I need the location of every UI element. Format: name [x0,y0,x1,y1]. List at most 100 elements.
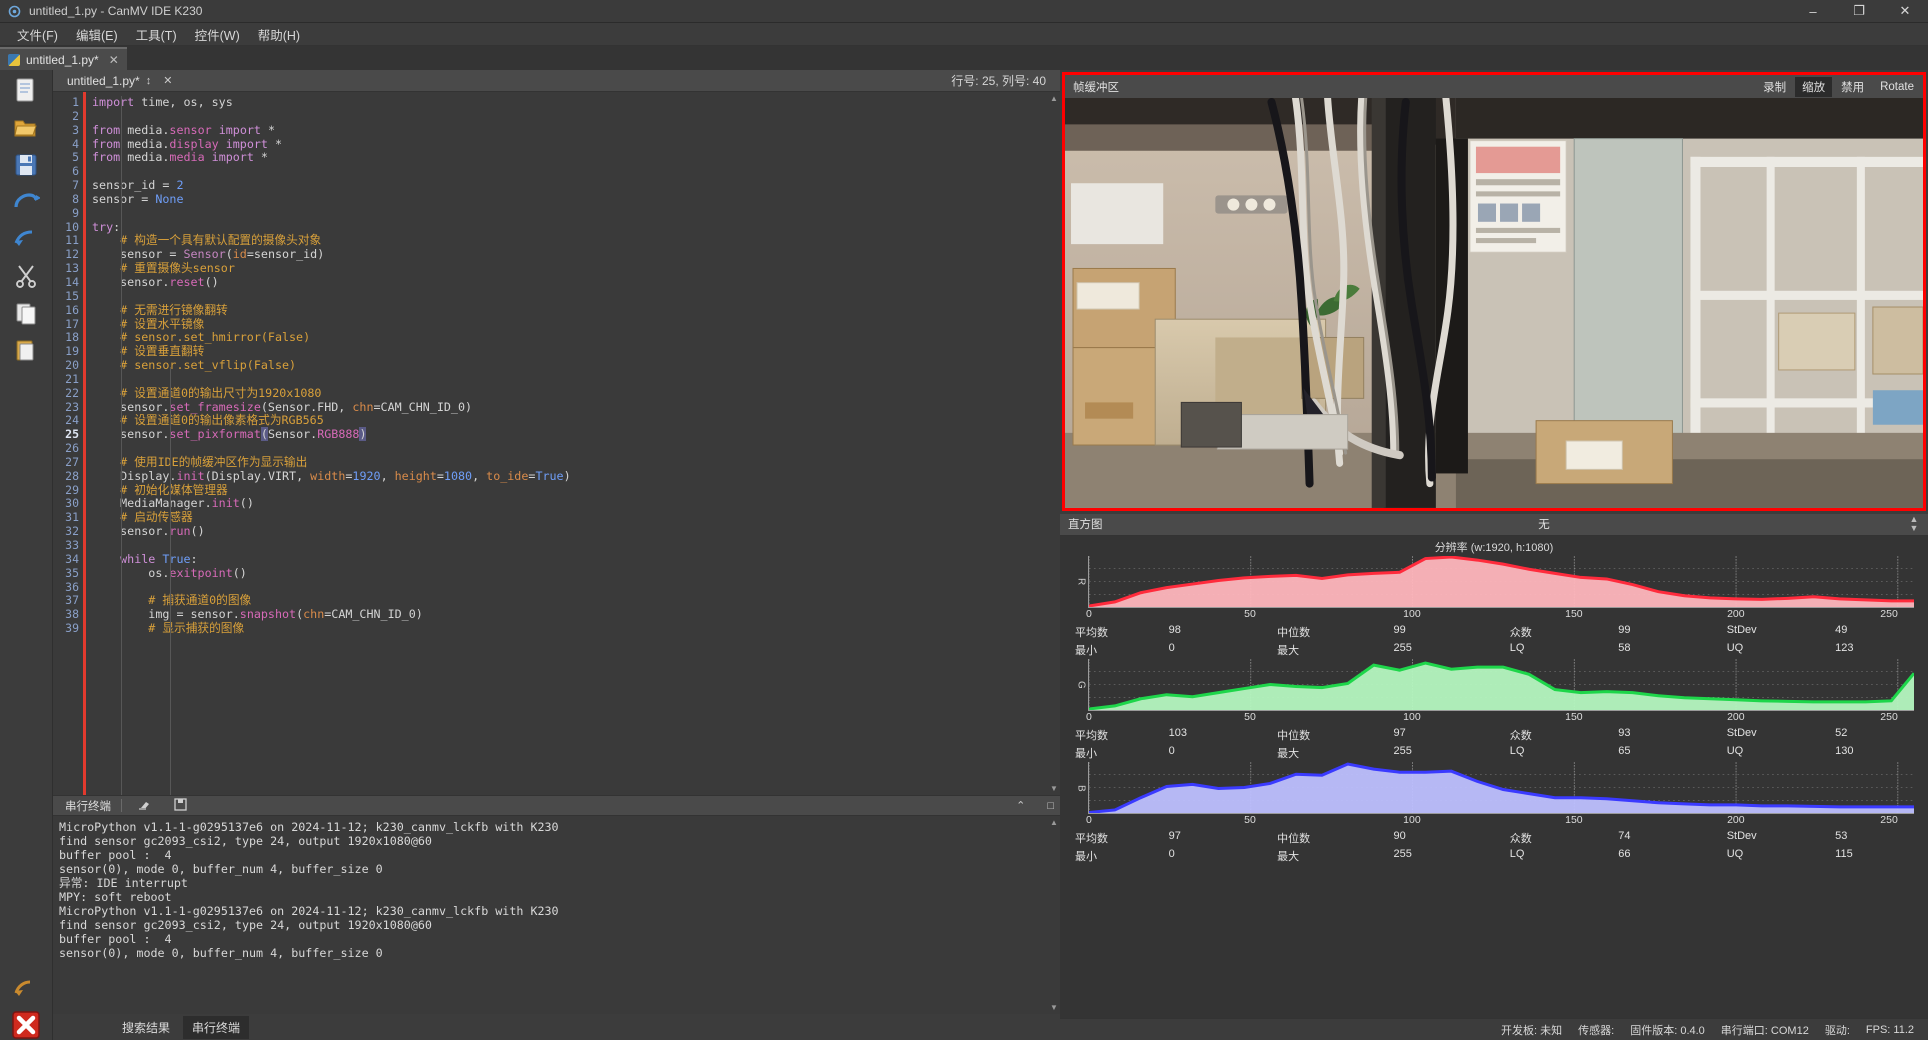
file-tab-close-icon[interactable]: ✕ [109,53,119,67]
terminal-line: sensor(0), mode 0, buffer_num 4, buffer_… [59,862,1048,876]
fb-zoom-button[interactable]: 缩放 [1795,77,1832,97]
menu-widgets[interactable]: 控件(W) [186,22,249,47]
terminal-collapse-icon[interactable]: ⌃ [1010,799,1031,812]
save-file-icon[interactable] [9,150,43,180]
code-line[interactable] [92,539,1048,553]
code-line[interactable]: sensor.run() [92,525,1048,539]
new-file-icon[interactable] [9,76,43,106]
run-script-icon[interactable] [9,224,43,254]
code-line[interactable]: Display.init(Display.VIRT, width=1920, h… [92,470,1048,484]
code-line[interactable] [92,442,1048,456]
line-number: 21 [53,373,83,387]
code-line[interactable]: # 设置水平镜像 [92,318,1048,332]
terminal-clear-icon[interactable] [132,798,158,814]
file-tab-untitled[interactable]: untitled_1.py* ✕ [0,47,127,70]
code-line[interactable]: # 重置摄像头sensor [92,262,1048,276]
code-line[interactable]: # 使用IDE的帧缓冲区作为显示输出 [92,456,1048,470]
axis-tick: 200 [1727,814,1745,826]
channel-axis-label: G [1074,659,1088,711]
fb-record-button[interactable]: 录制 [1756,77,1793,97]
code-line[interactable]: import time, os, sys [92,96,1048,110]
code-line[interactable]: from media.display import * [92,138,1048,152]
code-line[interactable]: # 启动传感器 [92,511,1048,525]
terminal-scrollbar[interactable]: ▲ ▼ [1048,816,1060,1014]
code-line[interactable]: sensor_id = 2 [92,179,1048,193]
terminal-scroll-up-icon[interactable]: ▲ [1050,818,1058,827]
code-line[interactable]: # sensor.set_vflip(False) [92,359,1048,373]
fb-rotate-button[interactable]: Rotate [1873,79,1921,95]
line-number: 7 [53,179,83,193]
scroll-down-icon[interactable]: ▼ [1050,784,1058,793]
terminal-maximize-icon[interactable]: □ [1041,800,1060,812]
code-line[interactable] [92,373,1048,387]
histogram-x-axis: 050100150200250 [1088,608,1914,623]
editor-scrollbar[interactable]: ▲ ▼ [1048,92,1060,795]
code-line[interactable] [92,581,1048,595]
code-editor[interactable]: 1234567891011121314151617181920212223242… [53,92,1060,795]
code-line[interactable]: # 初始化媒体管理器 [92,484,1048,498]
code-line[interactable]: # 设置通道0的输出尺寸为1920x1080 [92,387,1048,401]
terminal-line: buffer pool : 4 [59,848,1048,862]
terminal-scroll-down-icon[interactable]: ▼ [1050,1003,1058,1012]
code-line[interactable] [92,207,1048,221]
open-file-icon[interactable] [9,113,43,143]
line-number: 36 [53,581,83,595]
histogram-mode-select[interactable]: 无 [1188,516,1900,532]
code-line[interactable]: # 构造一个具有默认配置的摄像头对象 [92,234,1048,248]
code-line[interactable]: sensor = Sensor(id=sensor_id) [92,248,1048,262]
histogram-mode-chevron-icon[interactable]: ▲▼ [1900,515,1928,533]
code-line[interactable]: from media.sensor import * [92,124,1048,138]
terminal-title: 串行终端 [65,798,111,814]
code-line[interactable]: from media.media import * [92,151,1048,165]
code-line[interactable]: # 设置垂直翻转 [92,345,1048,359]
framebuffer-image[interactable] [1065,98,1923,508]
window-titlebar: untitled_1.py - CanMV IDE K230 – ❐ ✕ [0,0,1928,23]
code-line[interactable] [92,165,1048,179]
close-button[interactable]: ✕ [1882,0,1928,23]
tab-search-results[interactable]: 搜索结果 [113,1016,179,1039]
paste-icon[interactable] [9,335,43,365]
menu-file[interactable]: 文件(F) [8,22,67,47]
code-line[interactable] [92,110,1048,124]
terminal-body[interactable]: MicroPython v1.1-1-g0295137e6 on 2024-11… [53,816,1060,1014]
stat-label: StDev [1727,624,1835,640]
bootloader-icon[interactable] [9,973,43,1003]
scroll-up-icon[interactable]: ▲ [1050,94,1058,103]
code-line[interactable]: # 无需进行镜像翻转 [92,304,1048,318]
line-number: 12 [53,248,83,262]
menu-edit[interactable]: 编辑(E) [67,22,127,47]
maximize-button[interactable]: ❐ [1836,0,1882,23]
editor-code-area[interactable]: import time, os, sys from media.sensor i… [86,92,1048,795]
cut-icon[interactable] [9,261,43,291]
editor-close-icon[interactable]: ✕ [157,74,178,87]
code-line[interactable]: img = sensor.snapshot(chn=CAM_CHN_ID_0) [92,608,1048,622]
code-line[interactable]: # 设置通道0的输出像素格式为RGB565 [92,414,1048,428]
stop-script-icon[interactable] [9,1010,43,1040]
editor-split-icon[interactable]: ↕ [140,75,158,87]
code-line[interactable]: sensor.set_framesize(Sensor.FHD, chn=CAM… [92,401,1048,415]
code-line[interactable] [92,290,1048,304]
terminal-line: MicroPython v1.1-1-g0295137e6 on 2024-11… [59,820,1048,834]
code-line[interactable]: while True: [92,553,1048,567]
menu-help[interactable]: 帮助(H) [249,22,309,47]
line-number: 10 [53,221,83,235]
connect-board-icon[interactable] [9,187,43,217]
minimize-button[interactable]: – [1790,0,1836,23]
code-line[interactable]: sensor = None [92,193,1048,207]
code-line[interactable]: sensor.reset() [92,276,1048,290]
code-line[interactable]: sensor.set_pixformat(Sensor.RGB888) [92,428,1048,442]
tab-serial-terminal[interactable]: 串行终端 [183,1016,249,1039]
code-line[interactable]: # 显示捕获的图像 [92,622,1048,636]
menu-tools[interactable]: 工具(T) [127,22,186,47]
code-line[interactable]: MediaManager.init() [92,497,1048,511]
terminal-save-icon[interactable] [168,798,193,814]
stat-label: 最大 [1277,745,1393,761]
code-line[interactable]: # 捕获通道0的图像 [92,594,1048,608]
code-line[interactable]: # sensor.set_hmirror(False) [92,331,1048,345]
copy-icon[interactable] [9,298,43,328]
stat-label: 最大 [1277,848,1393,864]
fb-disable-button[interactable]: 禁用 [1834,77,1871,97]
code-line[interactable]: try: [92,221,1048,235]
line-number: 24 [53,414,83,428]
code-line[interactable]: os.exitpoint() [92,567,1048,581]
